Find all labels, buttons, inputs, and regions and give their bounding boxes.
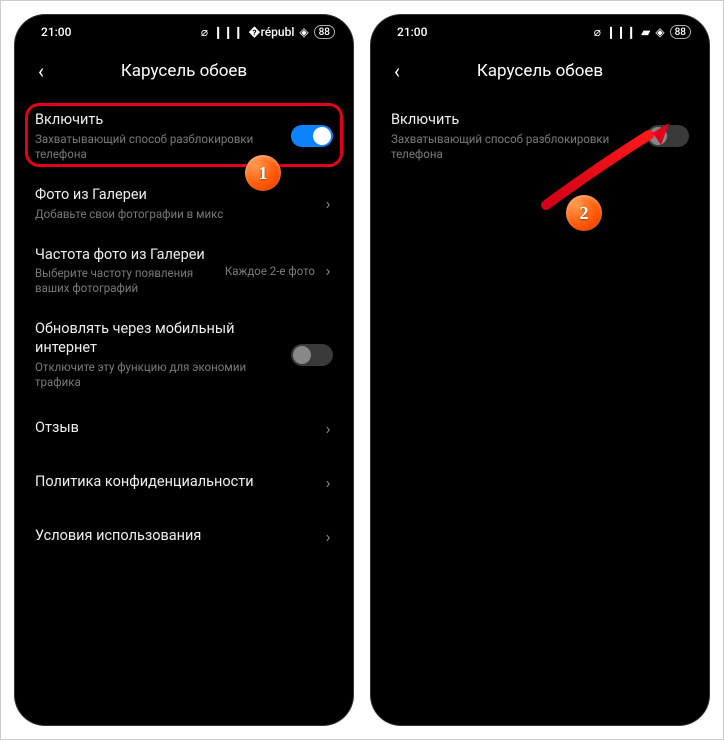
back-button[interactable]: ‹ — [383, 57, 411, 85]
phone-screenshot-right: 21:00 ⌀ ❙❙❙ ▰ ◈ 88 ‹ Карусель обоев Вклю… — [371, 15, 709, 725]
chevron-right-icon: › — [323, 261, 333, 280]
signal-icon: �républ — [248, 25, 294, 39]
setting-privacy-policy[interactable]: Политика конфиденциальности › — [15, 456, 353, 510]
battery-indicator: 88 — [670, 25, 691, 39]
app-header: ‹ Карусель обоев — [371, 43, 709, 99]
setting-mobile-update[interactable]: Обновлять через мобильный интернет Отклю… — [15, 308, 353, 402]
vibrate-icon: ❙❙❙ — [606, 25, 636, 39]
chevron-right-icon: › — [323, 527, 333, 546]
item-title: Включить — [391, 111, 639, 130]
item-subtitle: Добавьте свои фотографии в микс — [35, 207, 315, 222]
settings-list: Включить Захватывающий способ разблокиро… — [371, 99, 709, 174]
item-title: Отзыв — [35, 419, 315, 438]
item-value: Каждое 2-е фото — [225, 264, 315, 278]
dnd-icon: ⌀ — [594, 25, 601, 39]
setting-enable[interactable]: Включить Захватывающий способ разблокиро… — [15, 99, 353, 174]
enable-toggle[interactable] — [647, 125, 689, 147]
item-title: Обновлять через мобильный интернет — [35, 320, 283, 358]
setting-review[interactable]: Отзыв › — [15, 402, 353, 456]
chevron-right-icon: › — [323, 419, 333, 438]
wifi-icon: ◈ — [655, 25, 664, 39]
page-title: Карусель обоев — [55, 61, 313, 81]
page-title: Карусель обоев — [411, 61, 669, 81]
mobile-update-toggle[interactable] — [291, 344, 333, 366]
battery-indicator: 88 — [314, 25, 335, 39]
status-time: 21:00 — [41, 25, 71, 39]
item-subtitle: Захватывающий способ разблокировки телеф… — [35, 132, 283, 162]
settings-list: Включить Захватывающий способ разблокиро… — [15, 99, 353, 564]
dnd-icon: ⌀ — [201, 25, 208, 39]
setting-enable[interactable]: Включить Захватывающий способ разблокиро… — [371, 99, 709, 174]
vibrate-icon: ❙❙❙ — [213, 25, 243, 39]
item-subtitle: Отключите эту функцию для экономии трафи… — [35, 360, 283, 390]
back-button[interactable]: ‹ — [27, 57, 55, 85]
chevron-right-icon: › — [323, 194, 333, 213]
phone-screenshot-left: 21:00 ⌀ ❙❙❙ �républ ◈ 88 ‹ Карусель обое… — [15, 15, 353, 725]
enable-toggle[interactable] — [291, 125, 333, 147]
status-bar: 21:00 ⌀ ❙❙❙ ▰ ◈ 88 — [371, 15, 709, 43]
item-subtitle: Выберите частоту появления ваших фотогра… — [35, 266, 217, 296]
setting-gallery-photos[interactable]: Фото из Галереи Добавьте свои фотографии… — [15, 174, 353, 234]
item-title: Политика конфиденциальности — [35, 473, 315, 492]
status-icons: ⌀ ❙❙❙ ▰ ◈ 88 — [594, 25, 691, 39]
setting-terms[interactable]: Условия использования › — [15, 510, 353, 564]
status-bar: 21:00 ⌀ ❙❙❙ �républ ◈ 88 — [15, 15, 353, 43]
status-icons: ⌀ ❙❙❙ �républ ◈ 88 — [201, 25, 335, 39]
annotation-marker-1: 1 — [245, 155, 281, 191]
wifi-icon: ◈ — [299, 25, 308, 39]
item-title: Фото из Галереи — [35, 186, 315, 205]
chevron-right-icon: › — [323, 473, 333, 492]
item-title: Частота фото из Галереи — [35, 246, 217, 265]
item-subtitle: Захватывающий способ разблокировки телеф… — [391, 132, 639, 162]
setting-gallery-frequency[interactable]: Частота фото из Галереи Выберите частоту… — [15, 234, 353, 309]
signal-icon: ▰ — [641, 25, 650, 39]
annotation-marker-2: 2 — [566, 195, 602, 231]
status-time: 21:00 — [397, 25, 427, 39]
item-title: Включить — [35, 111, 283, 130]
app-header: ‹ Карусель обоев — [15, 43, 353, 99]
item-title: Условия использования — [35, 527, 315, 546]
